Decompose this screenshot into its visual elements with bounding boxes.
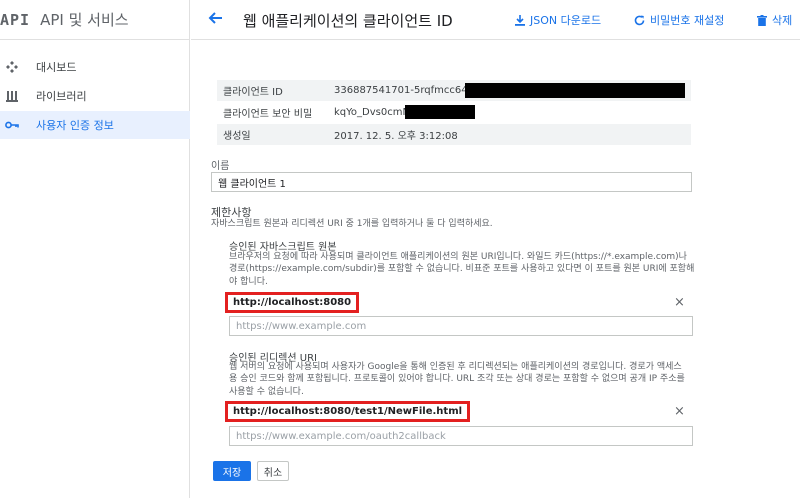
remove-js-origin-close-icon[interactable]: × — [674, 295, 685, 310]
info-row-client-id: 클라이언트 ID 336887541701-5rqfmcc64lt4 — [217, 80, 691, 102]
page-header: 웹 애플리케이션의 클라이언트 ID JSON 다운로드 비밀번호 재설정 삭제 — [191, 0, 800, 40]
reset-secret-button[interactable]: 비밀번호 재설정 — [634, 12, 724, 28]
redirect-uri-entry[interactable]: http://localhost:8080/test1/NewFile.html — [225, 400, 471, 422]
redirect-uri-value[interactable]: http://localhost:8080/test1/NewFile.html — [225, 400, 471, 422]
sidebar-title[interactable]: API 및 서비스 — [40, 9, 128, 30]
trash-icon — [757, 14, 767, 26]
save-button[interactable]: 저장 — [213, 461, 251, 481]
js-origins-description: 브라우저의 요청에 따라 사용되며 클라이언트 애플리케이션의 원본 URI입니… — [229, 252, 695, 287]
js-origin-entry[interactable]: http://localhost:8080 — [225, 291, 360, 313]
key-icon — [0, 121, 24, 129]
download-icon — [515, 14, 525, 26]
created-value: 2017. 12. 5. 오후 3:12:08 — [334, 131, 458, 142]
sidebar-item-label: 라이브러리 — [36, 90, 87, 103]
client-info-table: 클라이언트 ID 336887541701-5rqfmcc64lt4 클라이언트… — [217, 80, 691, 146]
library-icon — [0, 90, 24, 102]
back-arrow-icon[interactable] — [207, 10, 223, 30]
js-origin-value[interactable]: http://localhost:8080 — [225, 291, 360, 313]
page-title: 웹 애플리케이션의 클라이언트 ID — [243, 12, 453, 30]
redirect-uri-input[interactable]: https://www.example.com/oauth2callback — [229, 426, 693, 446]
client-secret-label: 클라이언트 보안 비밀 — [223, 109, 313, 120]
refresh-icon — [634, 15, 645, 25]
delete-button[interactable]: 삭제 — [757, 12, 792, 28]
name-input[interactable]: 웹 클라이언트 1 — [211, 172, 692, 192]
name-label: 이름 — [211, 161, 230, 172]
redirect-uris-description: 웹 서버의 요청에 사용되며 사용자가 Google을 통해 인증된 후 리디렉… — [229, 362, 685, 397]
sidebar-item-library[interactable]: 라이브러리 — [0, 82, 190, 110]
sidebar-item-dashboard[interactable]: 대시보드 — [0, 53, 190, 81]
client-secret-value[interactable]: kqYo_Dvs0cmM — [334, 107, 411, 118]
created-label: 생성일 — [223, 131, 251, 142]
remove-redirect-uri-close-icon[interactable]: × — [674, 404, 685, 419]
info-row-client-secret: 클라이언트 보안 비밀 kqYo_Dvs0cmM — [217, 102, 691, 124]
restrictions-description: 자바스크립트 원본과 리디렉션 URI 중 1개를 입력하거나 둘 다 입력하세… — [211, 219, 493, 229]
client-id-label: 클라이언트 ID — [223, 87, 283, 98]
client-id-value[interactable]: 336887541701-5rqfmcc64lt4 — [334, 85, 481, 96]
sidebar-item-label: 사용자 인증 정보 — [36, 119, 114, 132]
sidebar-item-label: 대시보드 — [36, 61, 77, 74]
sidebar: API API 및 서비스 대시보드 라이브러리 사용자 인증 정보 — [0, 0, 190, 498]
redaction-bar — [465, 83, 685, 98]
info-row-created: 생성일 2017. 12. 5. 오후 3:12:08 — [217, 124, 691, 146]
sidebar-item-credentials[interactable]: 사용자 인증 정보 — [0, 111, 190, 139]
sidebar-header: API API 및 서비스 — [0, 0, 189, 40]
redaction-bar — [405, 105, 475, 119]
dashboard-icon — [0, 61, 24, 73]
cancel-button[interactable]: 취소 — [257, 461, 289, 481]
js-origin-input[interactable]: https://www.example.com — [229, 316, 693, 336]
api-logo: API — [0, 10, 31, 29]
json-download-button[interactable]: JSON 다운로드 — [515, 12, 601, 28]
